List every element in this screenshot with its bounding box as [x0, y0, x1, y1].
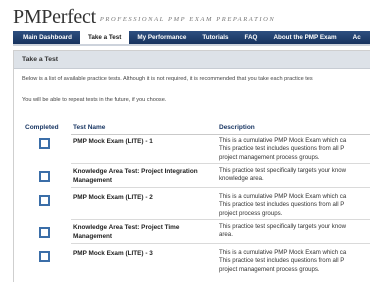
row-divider — [71, 219, 370, 220]
brand-logo[interactable]: PMPerfect PROFESSIONAL PMP EXAM PREPARATI… — [13, 6, 275, 29]
completed-checkbox[interactable] — [39, 195, 50, 206]
brand-name: PMPerfect — [13, 6, 96, 28]
test-name[interactable]: PMP Mock Exam (LITE) - 2 — [73, 193, 205, 202]
table-header: Completed Test Name Description — [14, 123, 370, 134]
main-nav: Main Dashboard Take a Test My Performanc… — [13, 31, 370, 44]
col-completed: Completed — [25, 124, 59, 131]
repeat-note: You will be able to repeat tests in the … — [22, 97, 167, 103]
tab-faq[interactable]: FAQ — [236, 31, 265, 44]
row-divider — [71, 187, 370, 188]
completed-checkbox[interactable] — [39, 227, 50, 238]
tab-about-pmp-exam[interactable]: About the PMP Exam — [265, 31, 344, 44]
brand-tagline: PROFESSIONAL PMP EXAM PREPARATION — [99, 16, 276, 23]
nav-divider — [13, 44, 370, 46]
col-description: Description — [219, 124, 255, 131]
completed-checkbox[interactable] — [39, 138, 50, 149]
test-name[interactable]: PMP Mock Exam (LITE) - 3 — [73, 249, 205, 258]
test-description: This is a cumulative PMP Mock Exam which… — [219, 249, 347, 273]
test-description: This is a cumulative PMP Mock Exam which… — [219, 137, 347, 161]
tab-main-dashboard[interactable]: Main Dashboard — [13, 31, 80, 44]
tab-my-performance[interactable]: My Performance — [129, 31, 194, 44]
test-name[interactable]: Knowledge Area Test: Project Integration… — [73, 167, 205, 185]
completed-checkbox[interactable] — [39, 251, 50, 262]
col-test-name: Test Name — [73, 124, 106, 131]
header-divider — [71, 134, 370, 135]
test-description: This is a cumulative PMP Mock Exam which… — [219, 193, 347, 217]
tab-overflow-partial[interactable]: Ac — [345, 31, 369, 44]
test-description: This practice test specifically targets … — [219, 223, 347, 239]
panel-title: Take a Test — [14, 51, 370, 69]
tab-tutorials[interactable]: Tutorials — [194, 31, 236, 44]
row-divider — [71, 243, 370, 244]
row-divider — [71, 163, 370, 164]
test-name[interactable]: Knowledge Area Test: Project Time Manage… — [73, 223, 205, 241]
intro-text: Below is a list of available practice te… — [22, 76, 313, 82]
completed-checkbox[interactable] — [39, 171, 50, 182]
tab-take-a-test[interactable]: Take a Test — [79, 31, 130, 44]
take-a-test-panel: Take a Test Below is a list of available… — [13, 50, 370, 282]
test-name[interactable]: PMP Mock Exam (LITE) - 1 — [73, 137, 205, 146]
test-description: This practice test specifically targets … — [219, 167, 347, 183]
